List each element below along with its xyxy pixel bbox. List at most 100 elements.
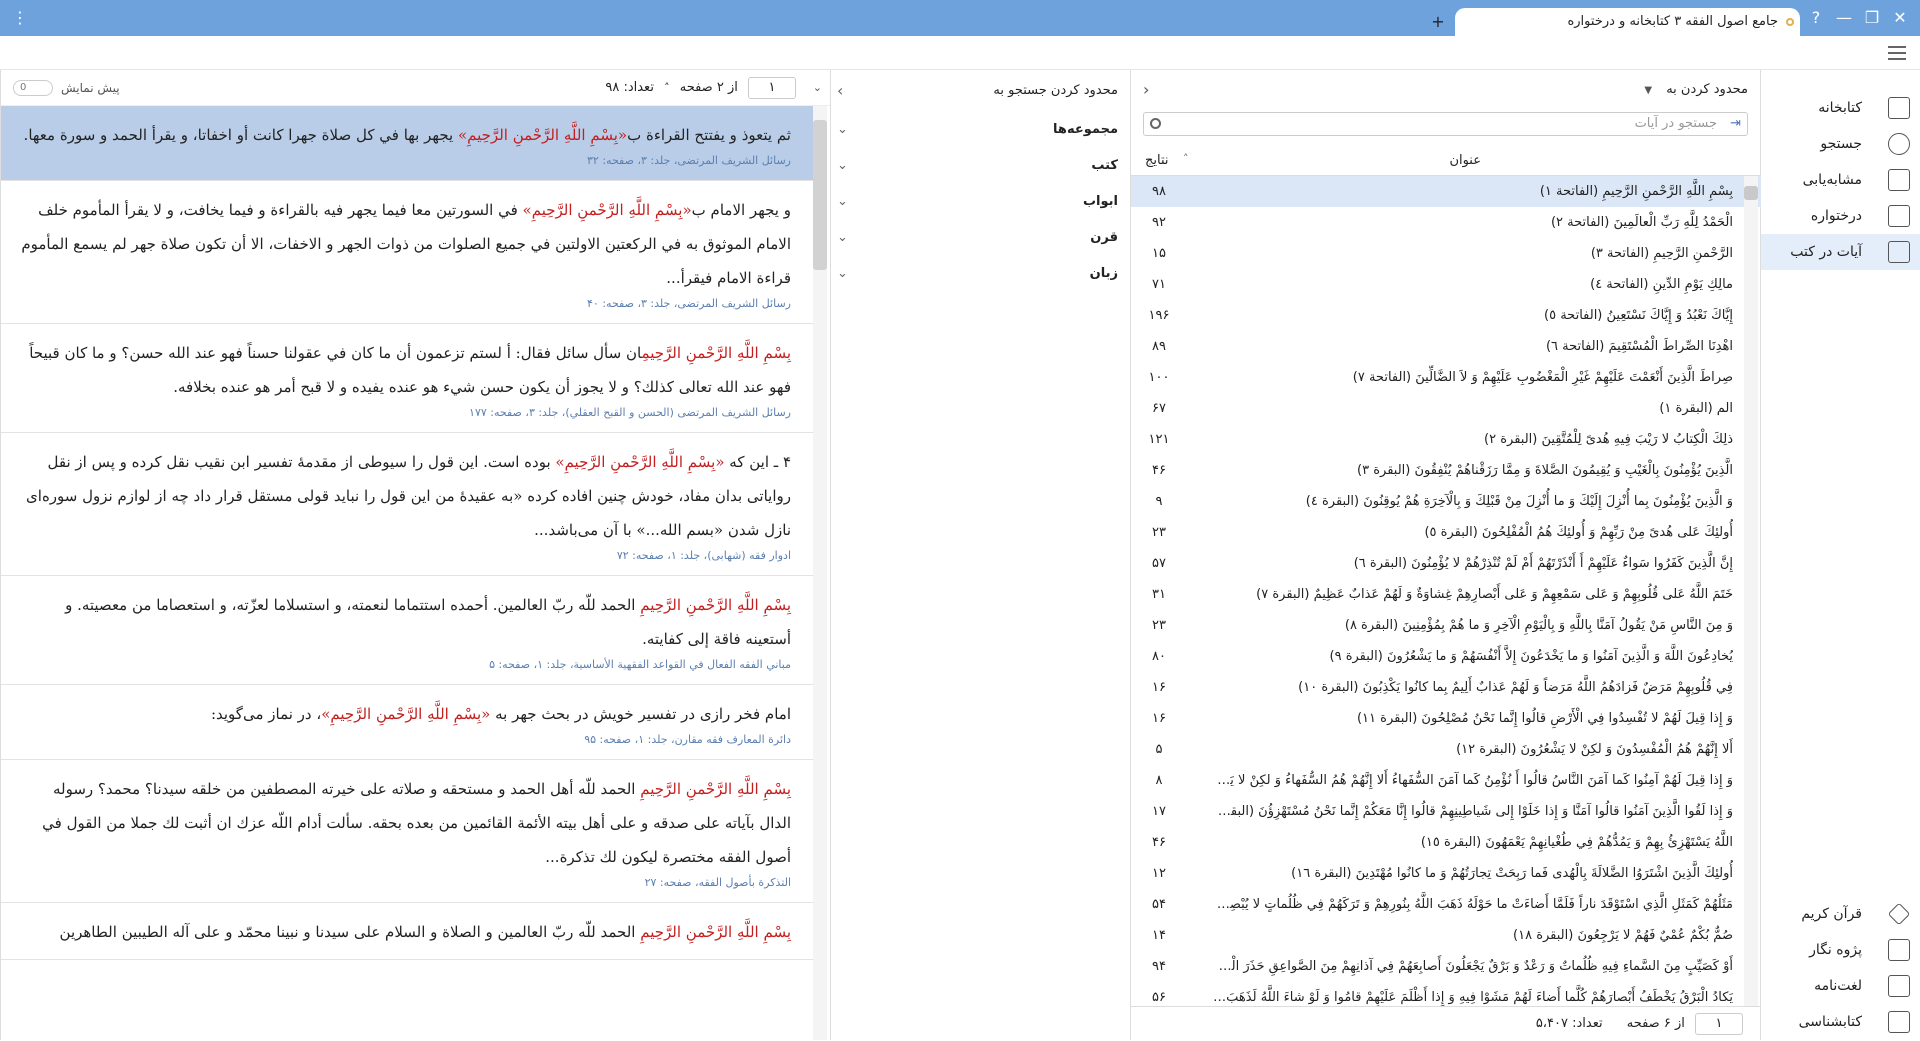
row-title: الْحَمْدُ لِلَّهِ رَبِّ الْعالَمِينَ (ال… [1550, 215, 1733, 230]
search-icon[interactable] [1150, 118, 1161, 129]
table-row[interactable]: مالِكِ يَوْمِ الدِّينِ (الفاتحة ٤) ۷۱ [1131, 269, 1761, 300]
row-count: ۵ [1155, 742, 1163, 757]
table-row[interactable]: مَثَلُهُمْ كَمَثَلِ الَّذِي اسْتَوْقَدَ … [1131, 889, 1761, 920]
filter-century[interactable]: قرن ⌄ [831, 220, 1130, 256]
collapse-icon[interactable]: ‹ [1143, 70, 1149, 110]
row-title: صِراطَ الَّذِينَ أَنْعَمْتَ عَلَيْهِمْ غ… [1352, 370, 1733, 385]
filter-books[interactable]: کتب ⌄ [831, 148, 1130, 184]
table-row[interactable]: وَ إِذا قِيلَ لَهُمْ آمِنُوا كَما آمَنَ … [1131, 765, 1761, 796]
row-title: وَ إِذا قِيلَ لَهُمْ لا تُفْسِدُوا فِي ا… [1356, 711, 1733, 726]
list-item[interactable]: بِسْمِ اللَّهِ الرَّحْمنِ الرَّحِيمِ الح… [1, 903, 813, 960]
dictionary-icon [1888, 975, 1910, 997]
filter-chapters[interactable]: ابواب ⌄ [831, 184, 1130, 220]
table-row[interactable]: اهْدِنَا الصِّراطَ الْمُسْتَقِيمَ (الفات… [1131, 331, 1761, 362]
table-row[interactable]: الَّذِينَ يُؤْمِنُونَ بِالْغَيْبِ وَ يُق… [1131, 455, 1761, 486]
entry-source[interactable]: رسائل الشريف المرتضى، جلد: ۳، صفحه: ۳۲ [19, 152, 791, 170]
filter-label: ابواب [1082, 194, 1118, 209]
list-item[interactable]: بِسْمِ اللَّهِ الرَّحْمنِ الرَّحِيمِان س… [1, 324, 813, 433]
list-item[interactable]: و يجهر الامام ب«بِسْمِ اللَّهِ الرَّحْمن… [1, 181, 813, 324]
search-input[interactable]: جستجو در آیات ⇥ [1143, 112, 1748, 136]
table-row[interactable]: وَ مِنَ النَّاسِ مَنْ يَقُولُ آمَنَّا بِ… [1131, 610, 1761, 641]
sort-icon[interactable]: ˄ [1183, 152, 1189, 165]
sidebar-item-library[interactable]: کتابخانه [1761, 90, 1920, 126]
new-tab-button[interactable]: + [1426, 10, 1450, 34]
table-row[interactable]: وَ إِذا لَقُوا الَّذِينَ آمَنُوا قالُوا … [1131, 796, 1761, 827]
sort-icon[interactable]: ˄ [664, 81, 670, 94]
row-title: إِيَّاكَ نَعْبُدُ وَ إِيَّاكَ نَسْتَعِين… [1544, 308, 1733, 323]
table-row[interactable]: أُولئِكَ عَلى هُدىً مِنْ رَبِّهِمْ وَ أُ… [1131, 517, 1761, 548]
table-row[interactable]: وَ الَّذِينَ يُؤْمِنُونَ بِما أُنْزِلَ إ… [1131, 486, 1761, 517]
table-row[interactable]: إِيَّاكَ نَعْبُدُ وَ إِيَّاكَ نَسْتَعِين… [1131, 300, 1761, 331]
minimize-icon[interactable]: — [1832, 6, 1856, 30]
preview-toggle[interactable]: 0 [13, 80, 53, 96]
sidebar-item-tree[interactable]: درختواره [1761, 198, 1920, 234]
tab-main[interactable]: جامع اصول الفقه ۳ کتابخانه و درختواره [1455, 8, 1800, 36]
sidebar-item-dictionary[interactable]: لغت‌نامه [1760, 968, 1920, 1004]
entry-source[interactable]: دائرة المعارف فقه مقارن، جلد: ۱، صفحه: ۹… [19, 731, 791, 749]
entry-text: امام فخر رازی در تفسیر خویش در بحث جهر ب… [19, 697, 791, 731]
table-row[interactable]: أَوْ كَصَيِّبٍ مِنَ السَّماءِ فِيهِ ظُلُ… [1131, 951, 1761, 982]
table-row[interactable]: وَ إِذا قِيلَ لَهُمْ لا تُفْسِدُوا فِي ا… [1131, 703, 1761, 734]
table-row[interactable]: إِنَّ الَّذِينَ كَفَرُوا سَواءٌ عَلَيْهِ… [1131, 548, 1761, 579]
table-row[interactable]: فِي قُلُوبِهِمْ مَرَضٌ فَزادَهُمُ اللَّه… [1131, 672, 1761, 703]
hamburger-icon[interactable] [1888, 46, 1906, 60]
sidebar-item-search[interactable]: جستجو [1761, 126, 1920, 162]
sidebar-item-quran[interactable]: قرآن کریم [1760, 896, 1920, 932]
entry-source[interactable]: رسائل الشريف المرتضى (الحسن و القبح العق… [19, 404, 791, 422]
maximize-icon[interactable]: ❐ [1860, 6, 1884, 30]
verse-list-footer: ۱ از ۶ صفحه تعداد: ۵،۴۰۷ [1131, 1006, 1761, 1040]
sidebar-item-verses[interactable]: آیات در کتب [1761, 234, 1920, 270]
filter-language[interactable]: زبان ⌄ [831, 256, 1130, 292]
entry-source[interactable]: ادوار فقه (شهابی)، جلد: ۱، صفحه: ۷۲ [19, 547, 791, 565]
row-title: ذلِكَ الْكِتابُ لا رَيْبَ فِيهِ هُدىً لِ… [1484, 432, 1733, 447]
help-icon[interactable]: ? [1804, 6, 1828, 30]
col-count-header[interactable]: نتایج [1145, 153, 1169, 168]
table-row[interactable]: يَكادُ الْبَرْقُ يَخْطَفُ أَبْصارَهُمْ ك… [1131, 982, 1761, 1006]
filter-collections[interactable]: مجموعه‌ها ⌄ [831, 112, 1130, 148]
table-row[interactable]: يُخادِعُونَ اللَّهَ وَ الَّذِينَ آمَنُوا… [1131, 641, 1761, 672]
row-title: مَثَلُهُمْ كَمَثَلِ الَّذِي اسْتَوْقَدَ … [1213, 897, 1733, 912]
row-title: خَتَمَ اللَّهُ عَلى قُلُوبِهِمْ وَ عَلى … [1256, 587, 1733, 602]
table-row[interactable]: أَلا إِنَّهُمْ هُمُ الْمُفْسِدُونَ وَ لك… [1131, 734, 1761, 765]
table-row[interactable]: خَتَمَ اللَّهُ عَلى قُلُوبِهِمْ وَ عَلى … [1131, 579, 1761, 610]
page-input[interactable]: ۱ [748, 76, 796, 99]
entry-text: بِسْمِ اللَّهِ الرَّحْمنِ الرَّحِيمِان س… [19, 336, 791, 404]
table-row[interactable]: بِسْمِ اللَّهِ الرَّحْمنِ الرَّحِيمِ (ال… [1131, 176, 1761, 207]
entry-source[interactable]: التذكرة بأصول الفقه، صفحه: ۲۷ [19, 874, 791, 892]
col-title-header[interactable]: عنوان [1449, 153, 1481, 168]
occurrence-list-scrollbar[interactable] [813, 106, 827, 1040]
table-row[interactable]: الم (البقرة ١) ۶۷ [1131, 393, 1761, 424]
sidebar-item-notes[interactable]: پژوه نگار [1760, 932, 1920, 968]
entry-source[interactable]: رسائل الشريف المرتضى، جلد: ۳، صفحه: ۴۰ [19, 295, 791, 313]
row-title: يَكادُ الْبَرْقُ يَخْطَفُ أَبْصارَهُمْ ك… [1213, 990, 1733, 1005]
row-title: صُمٌّ بُكْمٌ عُمْيٌ فَهُمْ لا يَرْجِعُون… [1513, 928, 1733, 943]
sidebar-item-label: آیات در کتب [1790, 244, 1862, 260]
page-input[interactable]: ۱ [1695, 1012, 1743, 1035]
entry-source[interactable]: مباني الفقه الفعال في القواعد الفقهية ال… [19, 656, 791, 674]
entry-text-before: و يجهر الامام ب [691, 201, 791, 219]
menu-icon[interactable]: ⋮ [8, 6, 32, 30]
search-options-icon[interactable]: ⇥ [1730, 113, 1741, 135]
list-item[interactable]: امام فخر رازی در تفسیر خویش در بحث جهر ب… [1, 685, 813, 760]
table-row[interactable]: ذلِكَ الْكِتابُ لا رَيْبَ فِيهِ هُدىً لِ… [1131, 424, 1761, 455]
filter-label: زبان [1089, 266, 1118, 281]
expand-icon[interactable]: › [837, 70, 843, 112]
close-icon[interactable]: ✕ [1888, 6, 1912, 30]
list-item[interactable]: ۴ ـ این که «بِسْمِ اللَّهِ الرَّحْمنِ ال… [1, 433, 813, 576]
table-row[interactable]: الرَّحْمنِ الرَّحِيمِ (الفاتحة ٣) ۱۵ [1131, 238, 1761, 269]
list-item[interactable]: ثم يتعوذ و يفتتح القراءة ب«بِسْمِ اللَّه… [1, 106, 813, 181]
page-dropdown-icon[interactable]: ⌄ [813, 70, 822, 106]
sidebar-item-similarity[interactable]: مشابه‌یابی [1761, 162, 1920, 198]
table-row[interactable]: صُمٌّ بُكْمٌ عُمْيٌ فَهُمْ لا يَرْجِعُون… [1131, 920, 1761, 951]
row-count: ۸۹ [1152, 339, 1166, 354]
table-row[interactable]: أُولئِكَ الَّذِينَ اشْتَرَوُا الضَّلالَة… [1131, 858, 1761, 889]
list-item[interactable]: بِسْمِ اللَّهِ الرَّحْمنِ الرَّحِيمِ الح… [1, 576, 813, 685]
table-row[interactable]: الْحَمْدُ لِلَّهِ رَبِّ الْعالَمِينَ (ال… [1131, 207, 1761, 238]
table-row[interactable]: اللَّهُ يَسْتَهْزِئُ بِهِمْ وَ يَمُدُّهُ… [1131, 827, 1761, 858]
sidebar-item-bibliography[interactable]: کتابشناسی [1760, 1004, 1920, 1040]
sidebar-item-label: درختواره [1810, 208, 1862, 224]
limit-dropdown-icon[interactable]: ▼ [1644, 85, 1652, 96]
list-item[interactable]: بِسْمِ اللَّهِ الرَّحْمنِ الرَّحِيمِ الح… [1, 760, 813, 903]
table-row[interactable]: صِراطَ الَّذِينَ أَنْعَمْتَ عَلَيْهِمْ غ… [1131, 362, 1761, 393]
verse-list-scrollbar[interactable] [1744, 176, 1758, 1006]
